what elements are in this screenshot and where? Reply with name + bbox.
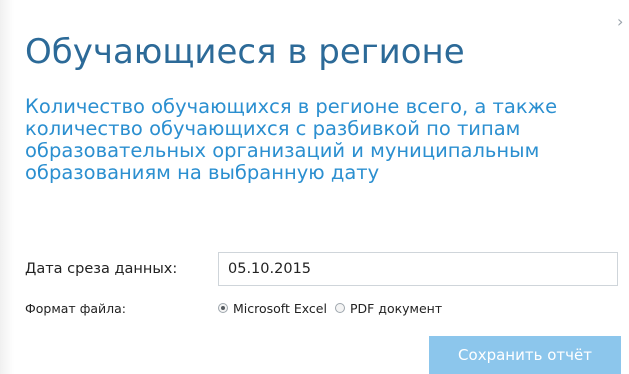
format-row: Формат файла: Microsoft Excel PDF докуме… bbox=[25, 298, 442, 318]
format-radio-group: Microsoft Excel PDF документ bbox=[218, 298, 450, 318]
format-option-excel[interactable]: Microsoft Excel bbox=[218, 301, 327, 316]
dialog-description: Количество обучающихся в регионе всего, … bbox=[25, 95, 558, 184]
format-option-label: Microsoft Excel bbox=[233, 300, 327, 316]
date-label: Дата среза данных: bbox=[25, 261, 178, 277]
date-input[interactable] bbox=[218, 252, 618, 286]
dialog-edge-shadow bbox=[0, 0, 14, 374]
report-dialog: › Обучающиеся в регионе Количество обуча… bbox=[0, 0, 629, 374]
chevron-right-icon[interactable]: › bbox=[617, 12, 629, 32]
radio-excel[interactable] bbox=[218, 303, 228, 313]
format-label: Формат файла: bbox=[25, 300, 127, 316]
format-option-pdf[interactable]: PDF документ bbox=[334, 300, 443, 316]
dialog-title: Обучающиеся в регионе bbox=[25, 32, 465, 72]
save-report-button[interactable]: Сохранить отчёт bbox=[429, 336, 621, 374]
format-option-label: PDF документ bbox=[349, 300, 443, 316]
date-row: Дата среза данных: bbox=[25, 252, 618, 286]
radio-pdf[interactable] bbox=[334, 303, 345, 313]
